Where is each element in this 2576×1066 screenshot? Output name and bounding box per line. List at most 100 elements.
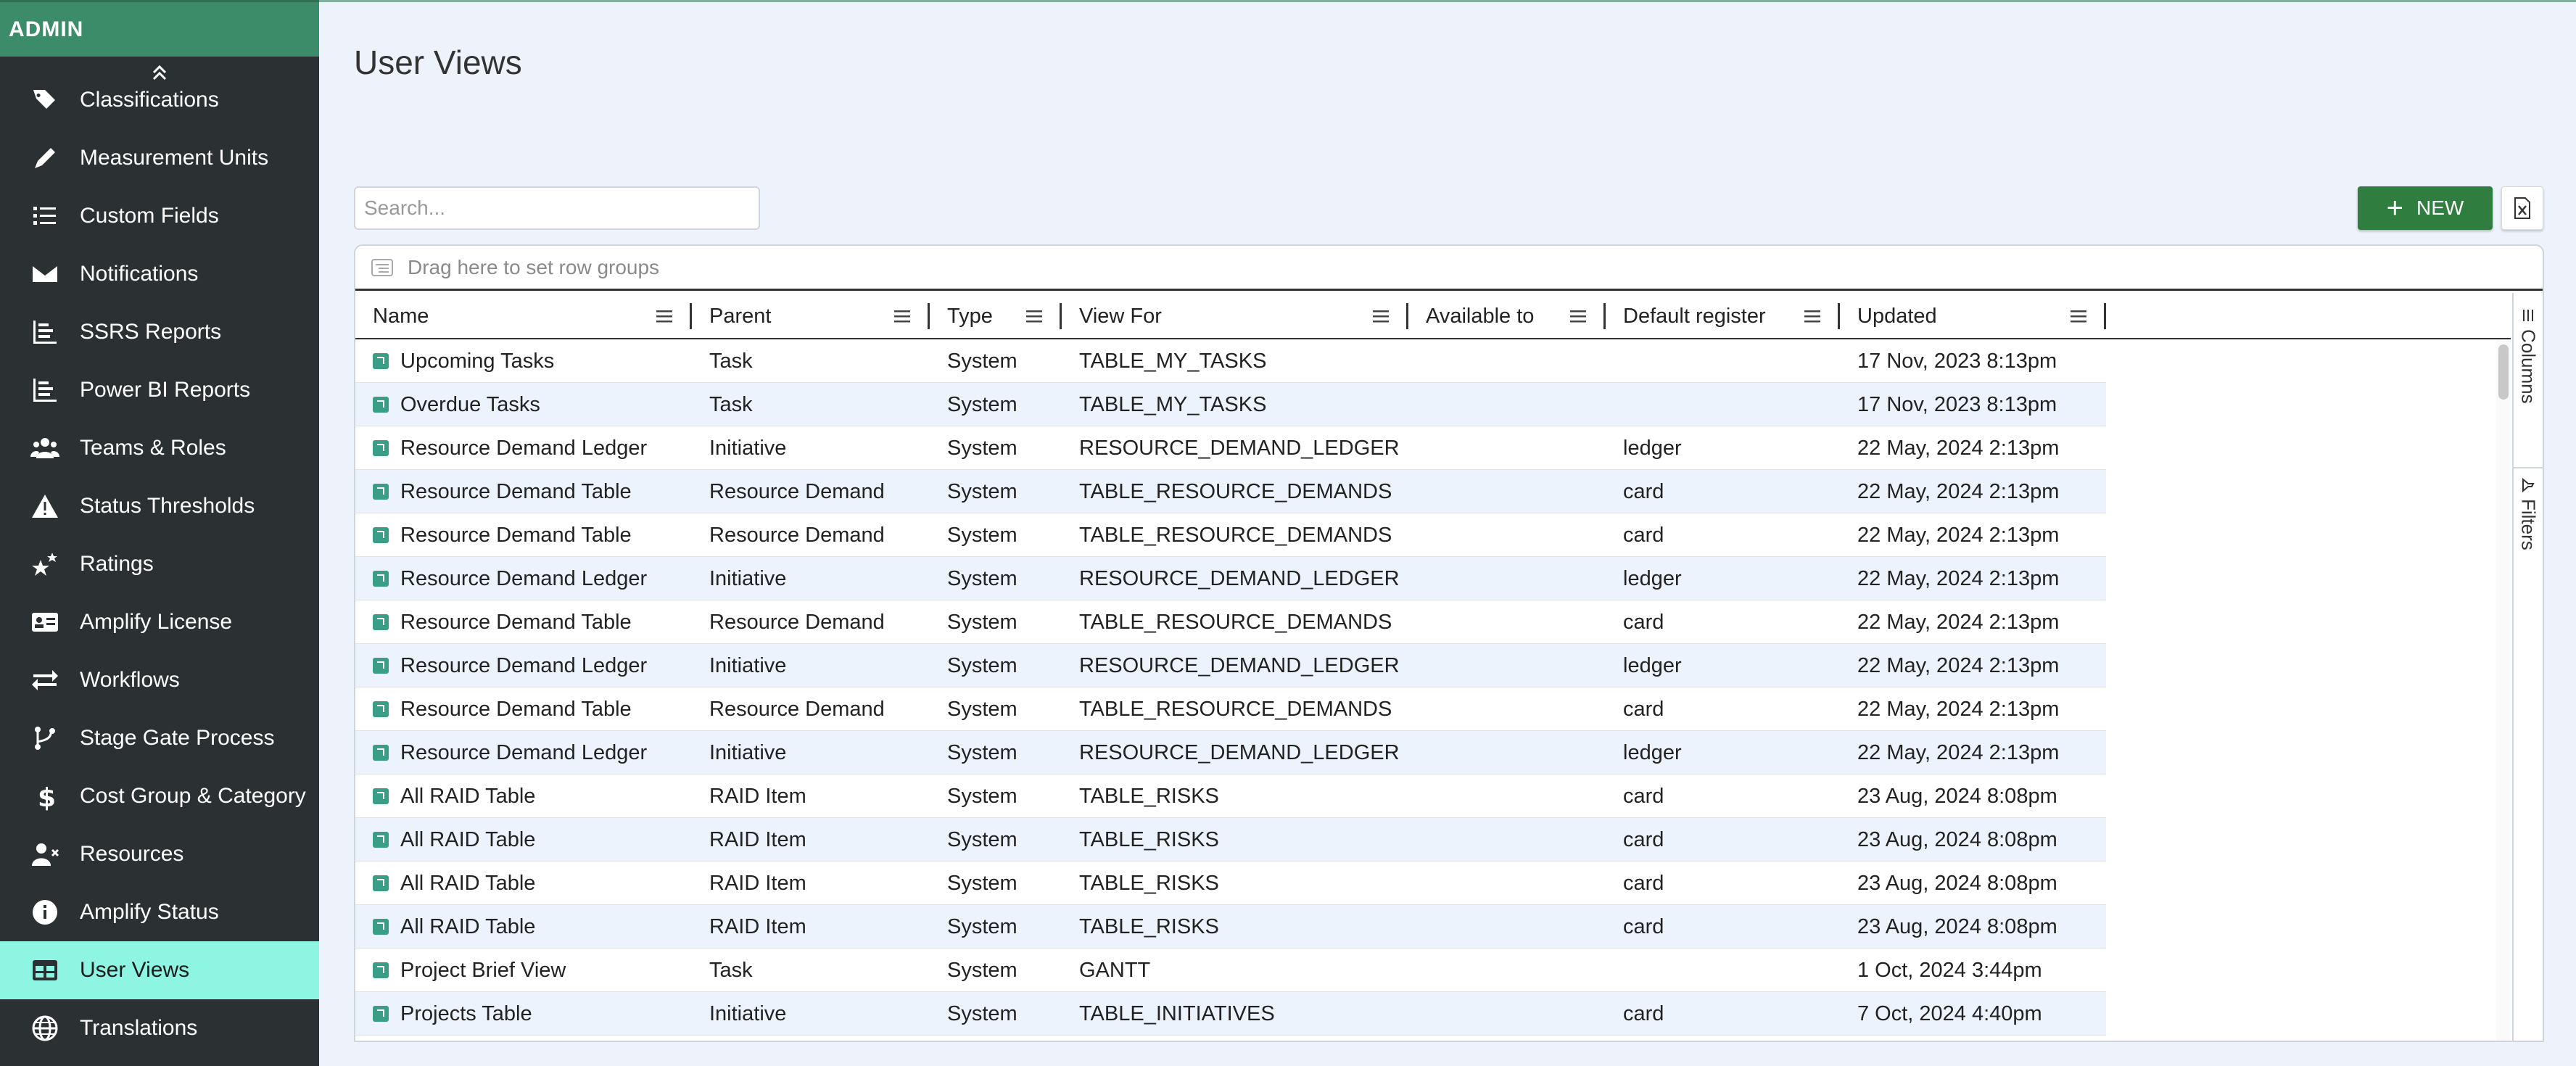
column-menu-icon[interactable] [2070,309,2087,323]
cell-name[interactable]: Resource Demand Table [355,687,692,731]
column-header-updated[interactable]: Updated [1840,293,2106,339]
open-view-icon[interactable] [373,353,389,369]
cell-text: ledger [1623,566,1682,590]
open-view-icon[interactable] [373,919,389,935]
row-group-panel[interactable]: Drag here to set row groups [355,246,2543,291]
open-view-icon[interactable] [373,658,389,674]
cell-name[interactable]: Upcoming Tasks [355,339,692,383]
info-icon [29,896,61,928]
table-row[interactable]: All RAID Table RAID Item System TABLE_RISKS… [355,774,2106,818]
column-menu-icon[interactable] [656,309,673,323]
tab-columns[interactable]: Columns [2514,307,2543,404]
sidebar-item-custom-fields[interactable]: Custom Fields [0,187,319,245]
cell-name[interactable]: Projects Table [355,992,692,1036]
column-header-type[interactable]: Type [930,293,1062,339]
column-menu-icon[interactable] [893,309,911,323]
tab-filters[interactable]: Filters [2514,467,2543,550]
sidebar-item-ratings[interactable]: Ratings [0,535,319,593]
sidebar-item-translations[interactable]: Translations [0,999,319,1057]
table-row[interactable]: Overdue Tasks Task System TABLE_MY_TASKS 17 … [355,383,2106,426]
table-row[interactable]: Resource Demand Ledger Initiative System RE… [355,426,2106,470]
sidebar-item-resources[interactable]: Resources [0,825,319,883]
open-view-icon[interactable] [373,745,389,761]
table-row[interactable]: Resource Demand Table Resource Demand Syst… [355,513,2106,557]
sidebar-item-notifications[interactable]: Notifications [0,245,319,303]
open-view-icon[interactable] [373,397,389,413]
open-view-icon[interactable] [373,832,389,848]
cell-view-for: TABLE_RISKS [1062,818,1408,862]
sidebar-item-ssrs-reports[interactable]: SSRS Reports [0,303,319,361]
sidebar-item-status-thresholds[interactable]: Status Thresholds [0,477,319,535]
table-row[interactable]: Resource Demand Ledger Initiative System RE… [355,644,2106,687]
export-excel-button[interactable] [2501,186,2543,230]
open-view-icon[interactable] [373,962,389,978]
cell-available-to [1408,383,1606,426]
column-menu-icon[interactable] [1025,309,1043,323]
cell-name[interactable]: All RAID Table [355,774,692,818]
sidebar-item-teams-roles[interactable]: Teams & Roles [0,419,319,477]
open-view-icon[interactable] [373,701,389,717]
cell-text: TABLE_MY_TASKS [1079,392,1267,416]
table-row[interactable]: Resource Demand Ledger Initiative System RE… [355,731,2106,774]
cell-name[interactable]: Overdue Tasks [355,383,692,426]
table-row[interactable]: All RAID Table RAID Item System TABLE_RISKS… [355,905,2106,949]
cell-name[interactable]: Resource Demand Table [355,600,692,644]
table-row[interactable]: Projects Table Initiative System TABLE_INIT… [355,992,2106,1036]
cell-updated: 17 Nov, 2023 8:13pm [1840,339,2106,383]
column-menu-icon[interactable] [1569,309,1587,323]
cell-name[interactable]: Resource Demand Ledger [355,731,692,774]
table-row[interactable]: Resource Demand Ledger Initiative System RE… [355,557,2106,600]
open-view-icon[interactable] [373,875,389,891]
cell-default-register: ledger [1606,731,1840,774]
cell-name[interactable]: All RAID Table [355,818,692,862]
vertical-scrollbar[interactable] [2496,340,2511,1041]
sidebar-item-cost-group-category[interactable]: $ Cost Group & Category [0,767,319,825]
cell-name[interactable]: Project Brief View [355,949,692,992]
cell-name[interactable]: Resource Demand Table [355,470,692,513]
sidebar-item-workflows[interactable]: Workflows [0,651,319,709]
cell-name[interactable]: Resource Demand Table [355,513,692,557]
scrollbar-thumb[interactable] [2498,344,2509,400]
sidebar-item-classifications[interactable]: Classifications [0,71,319,129]
sidebar-item-power-bi-reports[interactable]: Power BI Reports [0,361,319,419]
open-view-icon[interactable] [373,571,389,587]
cell-text: RAID Item [709,827,806,851]
sidebar-item-amplify-status[interactable]: Amplify Status [0,883,319,941]
cell-text: System [947,436,1017,460]
column-menu-icon[interactable] [1804,309,1821,323]
sidebar-item-user-views[interactable]: User Views [0,941,319,999]
cell-name[interactable]: All RAID Table [355,905,692,949]
table-row[interactable]: Upcoming Tasks Task System TABLE_MY_TASKS 17… [355,339,2106,383]
cell-updated: 22 May, 2024 2:13pm [1840,731,2106,774]
search-input[interactable] [354,186,760,230]
open-view-icon[interactable] [373,1006,389,1022]
cell-name[interactable]: Resource Demand Ledger [355,426,692,470]
column-menu-icon[interactable] [1372,309,1390,323]
column-header-name[interactable]: Name [355,293,692,339]
open-view-icon[interactable] [373,614,389,630]
cell-name[interactable]: Resource Demand Ledger [355,557,692,600]
sidebar-item-stage-gate-process[interactable]: Stage Gate Process [0,709,319,767]
open-view-icon[interactable] [373,527,389,543]
table-row[interactable]: Resource Demand Table Resource Demand Syst… [355,600,2106,644]
column-header-available-to[interactable]: Available to [1408,293,1606,339]
column-header-parent[interactable]: Parent [692,293,930,339]
table-row[interactable]: All RAID Table RAID Item System TABLE_RISKS… [355,818,2106,862]
cell-text: TABLE_RESOURCE_DEMANDS [1079,479,1392,503]
sidebar-item-amplify-license[interactable]: Amplify License [0,593,319,651]
open-view-icon[interactable] [373,788,389,804]
sidebar-item-measurement-units[interactable]: Measurement Units [0,129,319,187]
table-row[interactable]: Resource Demand Table Resource Demand Syst… [355,470,2106,513]
cell-name[interactable]: Resource Demand Ledger [355,644,692,687]
grid-rows: Upcoming Tasks Task System TABLE_MY_TASKS 17… [355,339,2511,1036]
cell-name[interactable]: All RAID Table [355,862,692,905]
table-row[interactable]: Resource Demand Table Resource Demand Syst… [355,687,2106,731]
new-view-button[interactable]: + NEW [2358,186,2493,230]
open-view-icon[interactable] [373,440,389,456]
table-row[interactable]: Project Brief View Task System GANTT 1 Oct, … [355,949,2106,992]
open-view-icon[interactable] [373,484,389,500]
column-resize-handle[interactable] [2104,303,2106,329]
table-row[interactable]: All RAID Table RAID Item System TABLE_RISKS… [355,862,2106,905]
column-header-default-register[interactable]: Default register [1606,293,1840,339]
column-header-view-for[interactable]: View For [1062,293,1408,339]
